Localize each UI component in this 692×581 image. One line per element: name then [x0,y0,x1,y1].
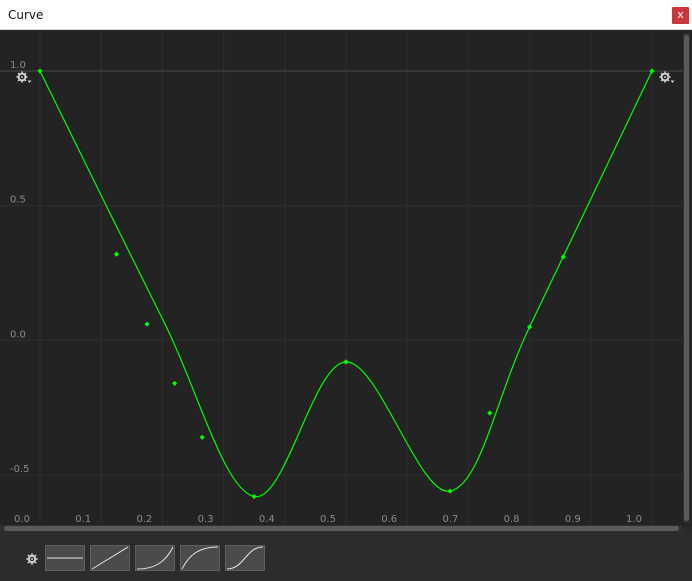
curve-chart[interactable]: 1.00.50.0-0.5 0.0 0.1 0.2 0.3 0.4 0.5 0.6 0.7 0.… [0,31,692,527]
vertical-scrollbar-thumb[interactable] [684,35,689,521]
y-tick-label: -0.5 [10,464,30,475]
curve-keyframe-marker[interactable] [447,488,453,494]
x-tick-label: 0.8 [504,514,520,525]
x-tick-label: 0.3 [198,514,214,525]
x-tick-label: 0.7 [442,514,458,525]
preset-ease-out[interactable] [180,545,220,571]
right-key-gear-icon[interactable] [659,70,675,84]
horizontal-scrollbar-thumb[interactable] [4,526,679,531]
curve-editor-window: Curve x 1.0 0.5 0.0 -0.5 0.0 0.1 0.2 0.3 0.4 0.5… [0,0,692,581]
preset-ease-in-out[interactable] [225,545,265,571]
grid-lines [0,31,683,527]
x-tick-label: 1.0 [626,514,642,525]
curve-keyframe-marker[interactable] [487,410,493,416]
x-tick-label: 0.5 [320,514,336,525]
curve-keyframe-marker[interactable] [649,68,655,74]
x-tick-label: 0.4 [259,514,275,525]
y-axis-labels: 1.00.50.0-0.5 [10,60,30,475]
curve-plot-area[interactable]: 1.0 0.5 0.0 -0.5 0.0 0.1 0.2 0.3 0.4 0.5 0.6 0.7 0.… [0,31,692,527]
curve-keyframe-marker[interactable] [251,493,257,500]
horizontal-scrollbar[interactable] [0,525,682,532]
curve-keyframe-marker[interactable] [113,251,120,257]
x-tick-label: 0.2 [136,514,152,525]
curve-keyframe-marker[interactable] [527,324,533,330]
curve-keyframe-marker[interactable] [37,68,43,74]
title-bar: Curve x [0,0,692,30]
left-key-gear-icon[interactable] [16,70,32,84]
preset-linear[interactable] [90,545,130,571]
vertical-scrollbar[interactable] [683,33,690,523]
y-tick-label: 0.0 [10,329,26,340]
x-tick-label: 0.9 [565,514,581,525]
x-tick-label: 0.0 [14,514,30,525]
preset-ease-in[interactable] [135,545,175,571]
x-tick-label: 0.1 [75,514,91,525]
curve-keyframe-marker[interactable] [560,254,566,260]
x-axis-labels: 0.0 0.1 0.2 0.3 0.4 0.5 0.6 0.7 0.8 0.9 1.0 [14,514,642,525]
curve-keyframe-marker[interactable] [172,380,178,387]
curve-keyframe-marker[interactable] [199,434,205,440]
window-title: Curve [8,8,44,22]
y-tick-label: 0.5 [10,195,26,206]
preset-toolbar [0,533,692,581]
curve-keyframe-marker[interactable] [144,321,150,327]
close-button[interactable]: x [672,7,689,24]
presets-settings-gear-icon[interactable] [26,553,38,565]
curve-keyframe-marker[interactable] [343,359,349,365]
preset-constant[interactable] [45,545,85,571]
x-tick-label: 0.6 [381,514,397,525]
